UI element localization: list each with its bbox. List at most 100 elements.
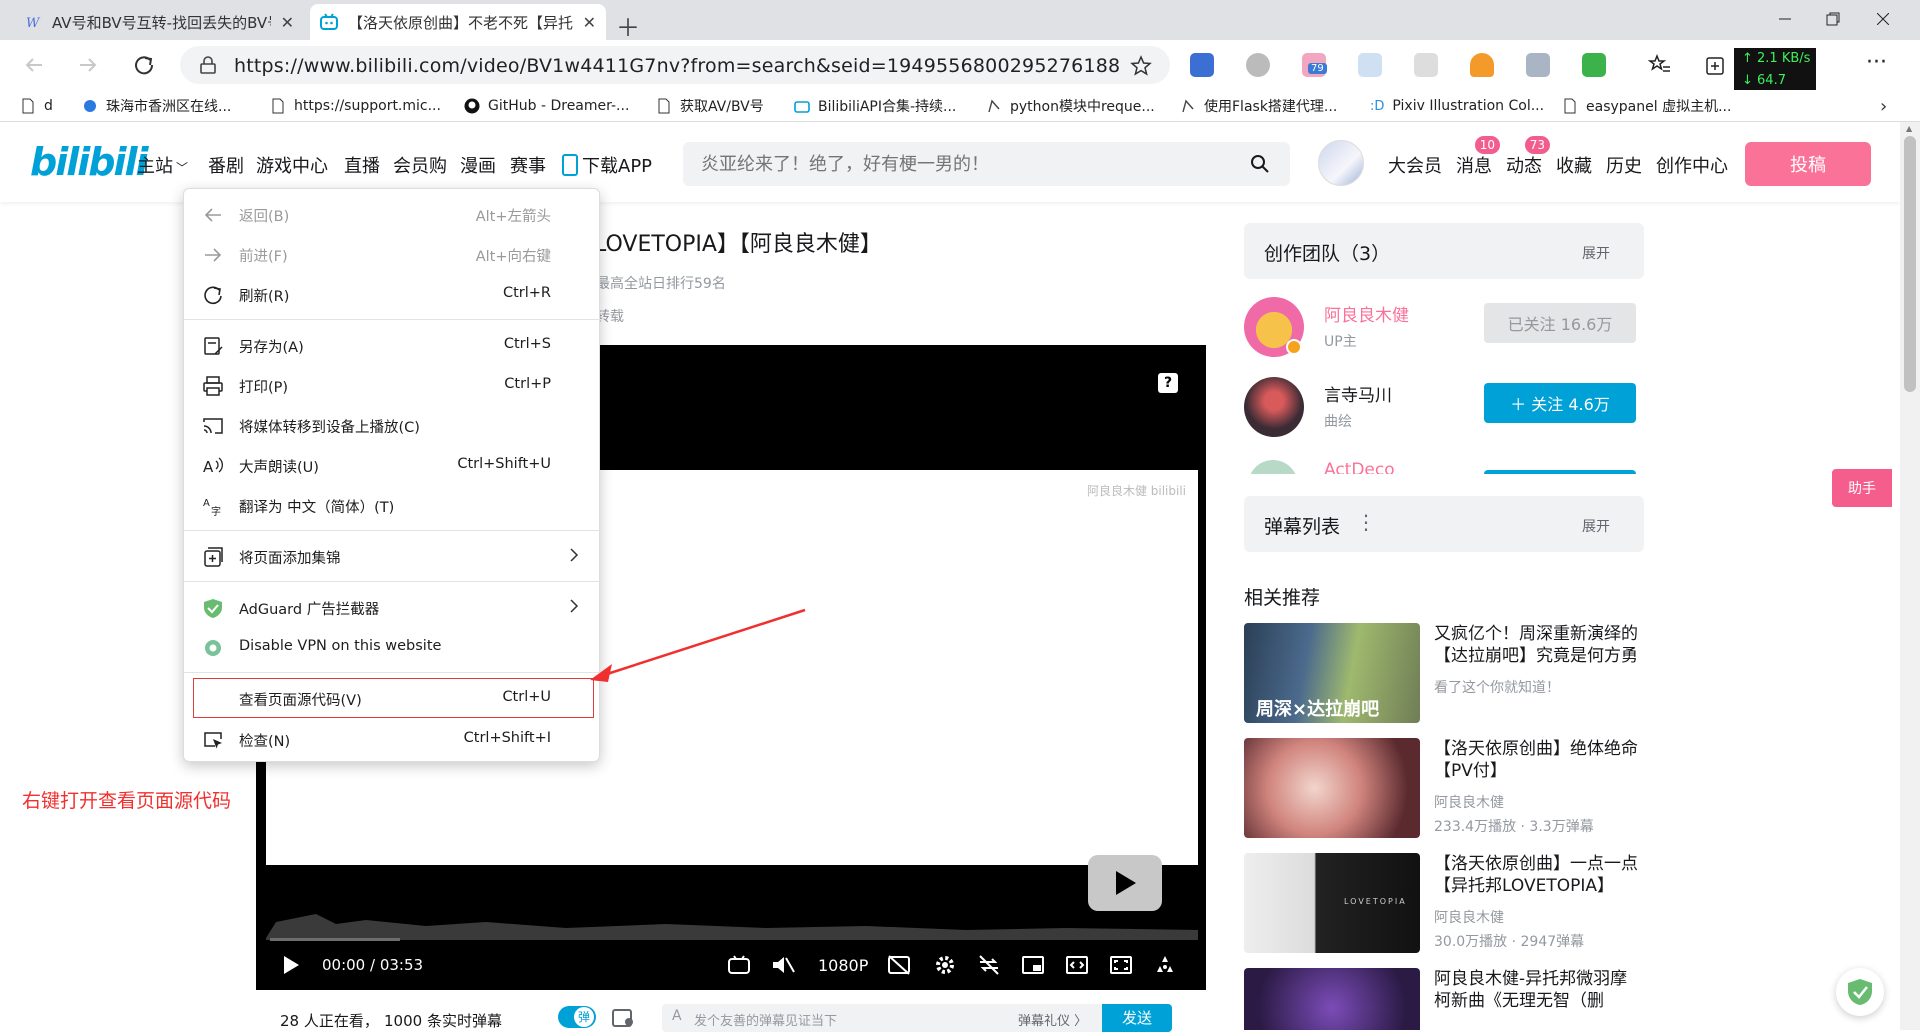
nav-live[interactable]: 直播: [344, 152, 380, 178]
bookmark-item[interactable]: https://support.mic...: [270, 96, 441, 116]
menu-item-read-aloud[interactable]: A 大声朗读(U) Ctrl+Shift+U: [184, 446, 601, 484]
related-video-title[interactable]: 【洛天依原创曲】一点一点【异托邦LOVETOPIA】: [1434, 853, 1644, 897]
tab-bilibili-video[interactable]: 【洛天依原创曲】不老不死【异托邦 ✕: [310, 4, 606, 40]
related-video[interactable]: 周深×达拉崩吧 又疯亿个！周深重新演绎的【达拉崩吧】究竟是何方勇 看了这个你就知…: [1244, 623, 1644, 723]
danmaku-input[interactable]: A 发个友善的弹幕见证当下 弹幕礼仪 〉: [662, 1004, 1102, 1032]
bookmark-item[interactable]: 珠海市香洲区在线...: [82, 96, 231, 116]
menu-item-cast-media[interactable]: 将媒体转移到设备上播放(C): [184, 406, 601, 444]
menu-item-forward[interactable]: 前进(F) Alt+向右键: [184, 235, 601, 273]
tab-close-icon[interactable]: ✕: [583, 13, 596, 32]
menu-item-save-as[interactable]: 另存为(A) Ctrl+S: [184, 326, 601, 364]
nav-vip[interactable]: 大会员: [1388, 152, 1442, 178]
refresh-icon[interactable]: [128, 49, 160, 81]
related-thumbnail[interactable]: 周深×达拉崩吧: [1244, 623, 1420, 723]
nav-messages[interactable]: 消息 10: [1456, 136, 1500, 178]
menu-item-inspect[interactable]: 检查(N) Ctrl+Shift+I: [184, 720, 601, 758]
followed-button[interactable]: 已关注 16.6万: [1484, 303, 1636, 343]
bookmark-item[interactable]: python模块中reque...: [986, 96, 1155, 116]
related-video-author[interactable]: 阿良良木健: [1434, 907, 1504, 927]
nav-history[interactable]: 历史: [1606, 152, 1642, 178]
bookmark-item[interactable]: :D Pixiv Illustration Col...: [1370, 96, 1544, 116]
rank-text[interactable]: 最高全站日排行59名: [596, 273, 726, 293]
tab-close-icon[interactable]: ✕: [281, 13, 294, 32]
address-bar[interactable]: https://www.bilibili.com/video/BV1w4411G…: [180, 46, 1170, 84]
quality-button[interactable]: 1080P: [818, 952, 868, 978]
tab-av-bv-converter[interactable]: W AV号和BV号互转-找回丢失的BV号 ✕: [14, 4, 304, 40]
fullscreen-icon[interactable]: [1152, 952, 1178, 978]
avatar-extension-icon[interactable]: [1526, 53, 1550, 77]
menu-item-add-to-collections[interactable]: 将页面添加集锦: [184, 537, 601, 575]
play-icon[interactable]: [280, 952, 302, 978]
nav-esports[interactable]: 赛事: [510, 152, 546, 178]
follow-button[interactable]: ＋ 关注 4.6万: [1484, 383, 1636, 423]
bookmark-item[interactable]: GitHub - Dreamer-...: [464, 96, 629, 116]
cat-extension-icon[interactable]: 79: [1302, 53, 1327, 77]
more-vertical-icon[interactable]: ⋮: [1356, 510, 1376, 534]
member-name[interactable]: 阿良良木健: [1324, 301, 1409, 326]
danmaku-off-icon[interactable]: [886, 952, 912, 978]
send-danmaku-button[interactable]: 发送: [1102, 1004, 1172, 1032]
nav-anime[interactable]: 番剧: [208, 152, 244, 178]
nav-manga[interactable]: 漫画: [460, 152, 496, 178]
nav-shop[interactable]: 会员购: [393, 152, 447, 178]
cloud2-extension-icon[interactable]: [1414, 53, 1438, 77]
related-video-title[interactable]: 【洛天依原创曲】绝体绝命【PV付】: [1434, 738, 1644, 782]
nav-dynamics[interactable]: 动态 73: [1506, 136, 1550, 178]
check-extension-icon[interactable]: [1246, 53, 1270, 77]
adguard-float-icon[interactable]: [1836, 968, 1884, 1016]
upload-button[interactable]: 投稿: [1745, 142, 1871, 186]
favorites-list-icon[interactable]: [1648, 53, 1672, 77]
picture-in-picture-icon[interactable]: [1020, 952, 1046, 978]
related-video[interactable]: 【洛天依原创曲】绝体绝命【PV付】 阿良良木健 233.4万播放 · 3.3万弹…: [1244, 738, 1644, 838]
grid-extension-icon[interactable]: [1582, 53, 1606, 77]
back-icon[interactable]: [18, 49, 50, 81]
collections-icon[interactable]: [1704, 53, 1728, 77]
related-thumbnail[interactable]: [1244, 968, 1420, 1030]
bookmark-item[interactable]: easypanel 虚拟主机...: [1562, 96, 1731, 116]
scrollbar-thumb[interactable]: [1904, 136, 1916, 392]
forward-icon[interactable]: [72, 49, 104, 81]
menu-item-disable-vpn[interactable]: Disable VPN on this website: [184, 628, 601, 666]
menu-item-refresh[interactable]: 刷新(R) Ctrl+R: [184, 275, 601, 313]
member-avatar[interactable]: [1244, 377, 1304, 437]
related-video[interactable]: 阿良良木健-异托邦微羽摩柯新曲《无理无智（删: [1244, 968, 1644, 1030]
help-icon[interactable]: ?: [1158, 373, 1178, 393]
related-video-title[interactable]: 阿良良木健-异托邦微羽摩柯新曲《无理无智（删: [1434, 968, 1644, 1012]
nav-favorites[interactable]: 收藏: [1556, 152, 1592, 178]
bookmark-item[interactable]: 获取AV/BV号: [656, 96, 764, 116]
scroll-up-icon[interactable]: ▲: [1906, 124, 1912, 133]
danmaku-toggle[interactable]: 弹: [558, 1006, 596, 1028]
search-button[interactable]: [1230, 142, 1290, 186]
favorite-star-icon[interactable]: [1130, 55, 1152, 77]
menu-item-print[interactable]: 打印(P) Ctrl+P: [184, 366, 601, 404]
minimize-icon[interactable]: [1762, 4, 1808, 34]
menu-item-translate[interactable]: A字 翻译为 中文（简体）(T): [184, 486, 601, 524]
search-input[interactable]: [701, 142, 1181, 186]
nav-main-site[interactable]: 主站 ﹀: [137, 152, 188, 178]
danmaku-settings-icon[interactable]: [612, 1008, 636, 1028]
page-scrollbar[interactable]: ▲: [1900, 122, 1920, 1030]
related-video[interactable]: LOVETOPIA 【洛天依原创曲】一点一点【异托邦LOVETOPIA】 阿良良…: [1244, 853, 1644, 953]
cone-extension-icon[interactable]: [1470, 53, 1494, 77]
menu-item-adguard[interactable]: AdGuard 广告拦截器: [184, 588, 601, 626]
danmaku-etiquette-link[interactable]: 弹幕礼仪 〉: [1018, 1010, 1087, 1029]
lock-icon[interactable]: [200, 56, 216, 74]
related-video-author[interactable]: 看了这个你就知道！: [1434, 677, 1560, 697]
close-window-icon[interactable]: [1860, 4, 1906, 34]
url-text[interactable]: https://www.bilibili.com/video/BV1w4411G…: [234, 55, 1120, 77]
follow-button[interactable]: [1484, 470, 1636, 474]
nav-creator-center[interactable]: 创作中心: [1656, 152, 1728, 178]
user-avatar[interactable]: [1318, 140, 1364, 186]
member-name[interactable]: 言寺马川: [1324, 381, 1392, 406]
danmaku-list-expand[interactable]: 展开: [1582, 516, 1610, 536]
maximize-icon[interactable]: [1810, 4, 1856, 34]
cloud-extension-icon[interactable]: [1358, 53, 1382, 77]
menu-item-back[interactable]: 返回(B) Alt+左箭头: [184, 195, 601, 233]
nav-download-app[interactable]: 下载APP: [562, 152, 652, 178]
new-tab-icon[interactable]: ＋: [616, 8, 640, 43]
danmaku-list-header[interactable]: 弹幕列表 ⋮ 展开: [1244, 496, 1644, 552]
mute-icon[interactable]: [770, 952, 796, 978]
bookmark-item[interactable]: d: [20, 96, 53, 116]
danmaku-icon[interactable]: [726, 952, 752, 978]
related-video-title[interactable]: 又疯亿个！周深重新演绎的【达拉崩吧】究竟是何方勇: [1434, 623, 1644, 667]
